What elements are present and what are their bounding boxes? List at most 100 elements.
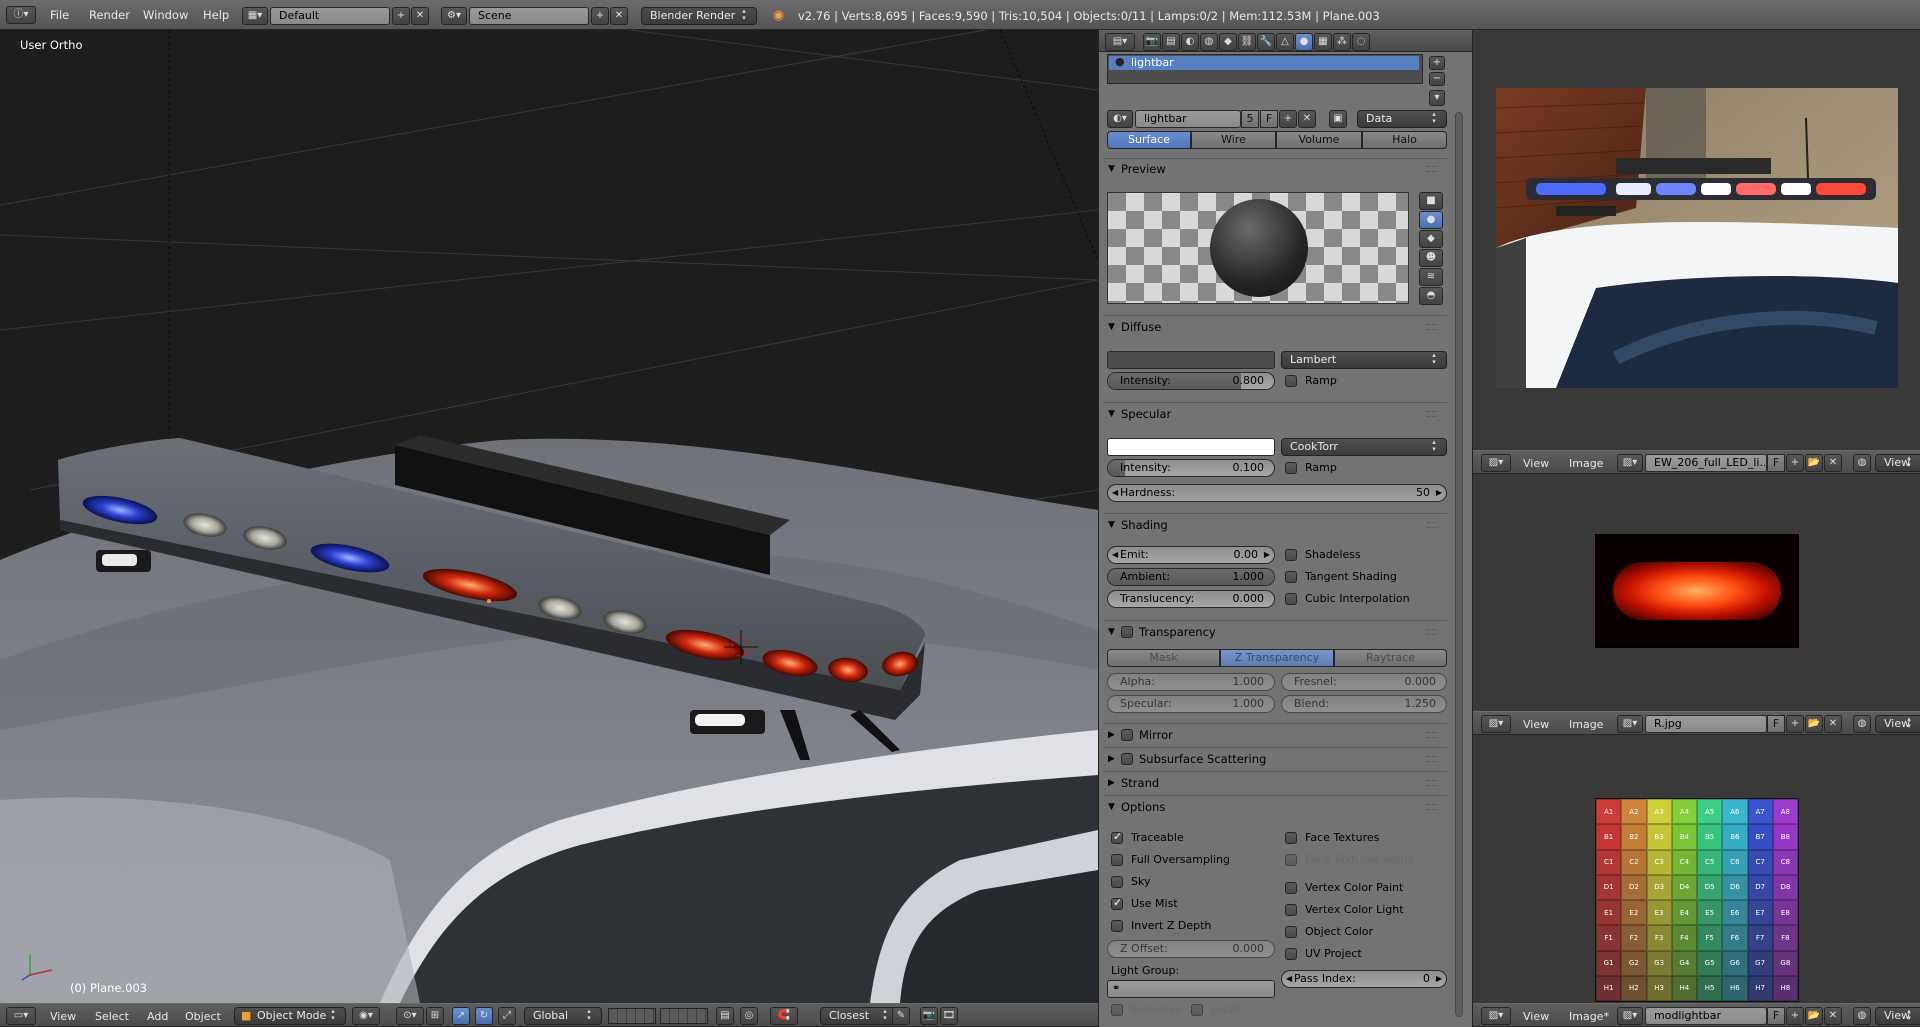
transform-orientation-select[interactable]: Global [524,1007,602,1025]
transparency-checkbox[interactable] [1121,626,1133,638]
material-slot-active[interactable]: ● lightbar [1109,55,1419,70]
layer-buttons-2[interactable] [660,1008,708,1024]
image-2-pin-button[interactable]: ◍ [1853,715,1871,733]
image-1-unlink-button[interactable]: ✕ [1824,454,1842,472]
tangent-shading-checkbox[interactable] [1285,571,1297,583]
slot-specials-button[interactable]: ▾ [1429,90,1445,106]
diffuse-ramp-checkbox[interactable] [1285,375,1297,387]
material-browse-node-button[interactable]: ▣ [1329,110,1347,128]
exclusive-checkbox[interactable] [1111,1004,1123,1016]
material-slot-list[interactable]: ● lightbar [1107,54,1423,84]
viewport-shading-button[interactable]: ◉▾ [352,1007,380,1025]
proportional-edit-button[interactable]: ◎ [740,1007,758,1025]
menu-render[interactable]: Render [89,8,130,22]
pass-index-field[interactable]: ◀ Pass Index: 0 ▶ [1281,970,1447,988]
editor-type-info-button[interactable]: ⓘ▾ [6,6,36,24]
material-users-count[interactable]: 5 [1241,110,1259,128]
particles-tab-icon[interactable]: ⁂ [1333,33,1351,51]
image-2-name-field[interactable]: R.jpg [1645,715,1767,733]
image-2-unlink-button[interactable]: ✕ [1824,715,1842,733]
image-1-open-button[interactable]: 📂 [1805,454,1823,472]
mirror-checkbox[interactable] [1121,729,1133,741]
object-color-checkbox[interactable] [1285,926,1297,938]
scene-add-button[interactable]: + [591,7,609,25]
image-3-open-button[interactable]: 📂 [1805,1007,1823,1025]
constraints-tab-icon[interactable]: ⛓ [1238,33,1256,51]
image-2-open-button[interactable]: 📂 [1805,715,1823,733]
image-browse-button[interactable]: ▨▾ [1617,454,1643,472]
render-tab-icon[interactable]: 📷 [1143,33,1161,51]
lock-layers-button[interactable]: ▤ [716,1007,734,1025]
alpha-slider[interactable]: Alpha: 1.000 [1107,673,1275,691]
image-1-new-button[interactable]: + [1786,454,1804,472]
image-1-view-select[interactable]: View [1875,454,1920,472]
sss-checkbox[interactable] [1121,753,1133,765]
translate-manipulator-button[interactable]: ↗ [452,1007,470,1025]
image-2-view-select[interactable]: View [1875,715,1920,733]
transparency-panel-header[interactable]: ▼ Transparency [1103,623,1447,641]
menu-window[interactable]: Window [143,8,188,22]
image-2-fake-user-button[interactable]: F [1767,715,1785,733]
menu-help[interactable]: Help [203,8,229,22]
texture-tab-icon[interactable]: ▦ [1314,33,1332,51]
specular-ramp-checkbox[interactable] [1285,462,1297,474]
render-anim-button[interactable]: 🎞 [940,1007,958,1025]
scene-tab-icon[interactable]: ◐ [1181,33,1199,51]
scene-icon-button[interactable]: ⚙▾ [441,7,467,25]
diffuse-panel-header[interactable]: ▼ Diffuse [1103,318,1447,336]
image-editor-2[interactable] [1473,474,1920,701]
sss-panel-header[interactable]: ▶ Subsurface Scattering [1103,750,1447,768]
menu-file[interactable]: File [50,8,69,22]
local-checkbox[interactable] [1191,1004,1203,1016]
render-engine-select[interactable]: Blender Render [641,7,757,25]
tab-volume[interactable]: Volume [1276,131,1362,149]
editor-type-properties-button[interactable]: ▤▾ [1105,33,1135,51]
image-editor-3-menu-image[interactable]: Image* [1569,1010,1609,1023]
transparency-specular-slider[interactable]: Specular: 1.000 [1107,695,1275,713]
transparency-z-button[interactable]: Z Transparency [1220,649,1334,667]
viewport-menu-select[interactable]: Select [95,1010,129,1023]
image-1-name-field[interactable]: EW_206_full_LED_li... [1645,454,1767,472]
z-offset-field[interactable]: Z Offset: 0.000 [1107,940,1275,958]
image-3-view-select[interactable]: View [1875,1007,1920,1025]
diffuse-shader-select[interactable]: Lambert [1281,351,1447,369]
viewport-menu-object[interactable]: Object [185,1010,221,1023]
image-editor-1-menu-view[interactable]: View [1523,457,1549,470]
editor-type-3d-button[interactable]: ▭▾ [6,1007,36,1025]
specular-shader-select[interactable]: CookTorr [1281,438,1447,456]
rotate-manipulator-button[interactable]: ↻ [475,1007,493,1025]
strand-panel-header[interactable]: ▶ Strand [1103,774,1447,792]
snap-target-select[interactable]: Closest [820,1007,898,1025]
mode-select[interactable]: ■ Object Mode [234,1007,346,1025]
sky-checkbox[interactable] [1111,876,1123,888]
shading-panel-header[interactable]: ▼ Shading [1103,516,1447,534]
shadeless-checkbox[interactable] [1285,549,1297,561]
preview-sky-icon[interactable]: ◓ [1419,287,1443,305]
full-oversampling-checkbox[interactable] [1111,854,1123,866]
pivot-point-button[interactable]: ⊙▾ [396,1007,424,1025]
tab-surface[interactable]: Surface [1107,131,1191,149]
invert-z-checkbox[interactable] [1111,920,1123,932]
render-still-button[interactable]: 📷 [920,1007,938,1025]
mirror-panel-header[interactable]: ▶ Mirror [1103,726,1447,744]
render-layers-tab-icon[interactable]: ▤ [1162,33,1180,51]
diffuse-color-swatch[interactable] [1107,351,1275,369]
specular-panel-header[interactable]: ▼ Specular [1103,405,1447,423]
tab-wire[interactable]: Wire [1191,131,1276,149]
image-3-new-button[interactable]: + [1786,1007,1804,1025]
translucency-slider[interactable]: Translucency: 0.000 [1107,590,1275,608]
image-editor-3-menu-view[interactable]: View [1523,1010,1549,1023]
world-tab-icon[interactable]: ◍ [1200,33,1218,51]
object-tab-icon[interactable]: ◆ [1219,33,1237,51]
ambient-slider[interactable]: Ambient: 1.000 [1107,568,1275,586]
image-1-pin-button[interactable]: ◍ [1853,454,1871,472]
3d-viewport[interactable]: User Ortho (0) Plane.003 [0,30,1098,1003]
specular-color-swatch[interactable] [1107,438,1275,456]
data-tab-icon[interactable]: △ [1276,33,1294,51]
image-2-new-button[interactable]: + [1786,715,1804,733]
scene-remove-button[interactable]: ✕ [610,7,628,25]
preview-flat-icon[interactable]: ■ [1419,192,1443,210]
viewport-menu-add[interactable]: Add [147,1010,168,1023]
tab-halo[interactable]: Halo [1362,131,1447,149]
image-browse-button[interactable]: ▨▾ [1617,1007,1643,1025]
